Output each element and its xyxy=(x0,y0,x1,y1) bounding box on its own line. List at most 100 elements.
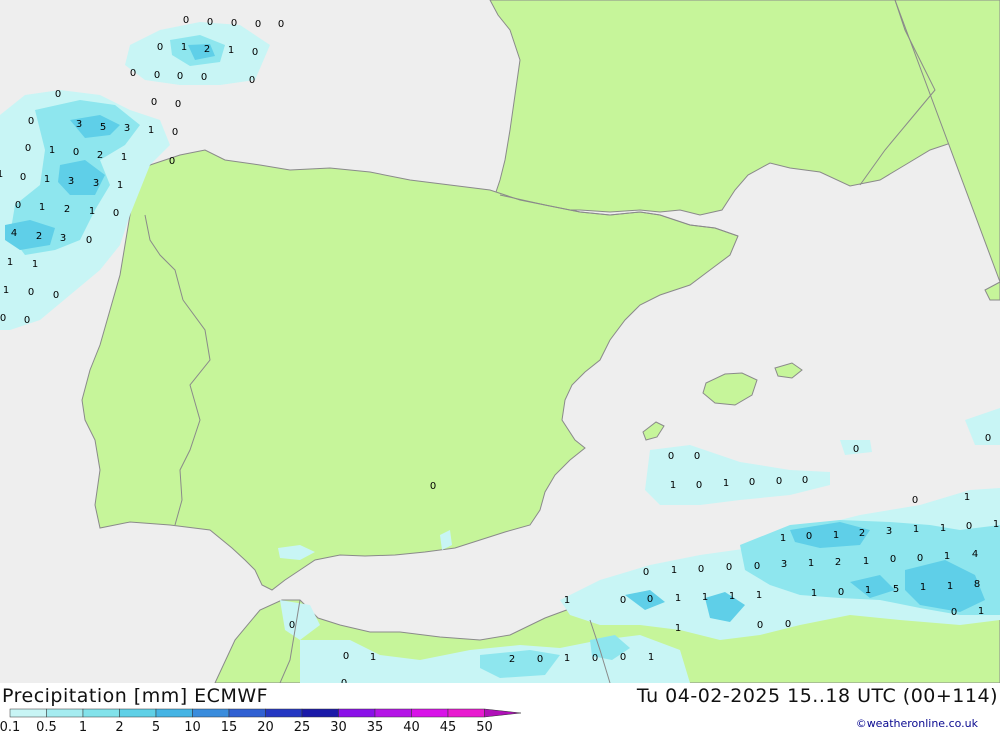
map-value: 5 xyxy=(100,122,106,133)
map-value: 1 xyxy=(675,593,681,604)
map-value: 3 xyxy=(76,119,82,130)
map-value: 0 xyxy=(177,71,183,82)
map-value: 0 xyxy=(172,127,178,138)
map-value: 1 xyxy=(44,174,50,185)
map-value: 1 xyxy=(863,556,869,567)
map-value: 0 xyxy=(698,564,704,575)
map-value: 2 xyxy=(97,150,103,161)
map-value: 2 xyxy=(204,44,210,55)
legend-swatch xyxy=(119,708,157,718)
map-value: 1 xyxy=(671,565,677,576)
map-value: 2 xyxy=(835,557,841,568)
legend-tick-label: 1 xyxy=(79,720,87,733)
map-value: 0 xyxy=(694,451,700,462)
map-value: 0 xyxy=(249,75,255,86)
map-value: 1 xyxy=(940,523,946,534)
map-value: 0 xyxy=(917,553,923,564)
map-value: 3 xyxy=(60,233,66,244)
map-title: Precipitation [mm] ECMWF xyxy=(2,685,269,707)
legend-tick-label: 35 xyxy=(367,720,384,733)
map-value: 0 xyxy=(853,444,859,455)
map-value: 0 xyxy=(776,476,782,487)
legend-tick-label: 20 xyxy=(257,720,274,733)
legend-swatch xyxy=(228,708,266,718)
map-value: 0 xyxy=(537,654,543,665)
map-value: 0 xyxy=(785,619,791,630)
map-value: 1 xyxy=(913,524,919,535)
credit-link[interactable]: ©weatheronline.co.uk xyxy=(856,717,978,730)
map-value: 1 xyxy=(7,257,13,268)
map-value: 0 xyxy=(15,200,21,211)
map-value: 0 xyxy=(73,147,79,158)
precipitation-map: 0 0 0 0 0 0 1 2 1 0 0 0 0 0 0 0 0 0 3 5 … xyxy=(0,0,1000,683)
legend-swatch xyxy=(265,708,303,718)
map-value: 0 xyxy=(130,68,136,79)
map-value: 0 xyxy=(696,480,702,491)
map-value: 0 xyxy=(289,620,295,631)
map-value: 1 xyxy=(0,169,3,180)
map-value: 0 xyxy=(86,235,92,246)
precipitation-legend: 0.1 0.5 1 2 5 10 15 20 25 30 35 40 45 50 xyxy=(0,708,522,733)
map-value: 0 xyxy=(620,652,626,663)
map-value: 5 xyxy=(893,584,899,595)
map-value: 0 xyxy=(643,567,649,578)
map-value: 2 xyxy=(36,231,42,242)
map-value: 0 xyxy=(207,17,213,28)
map-value: 1 xyxy=(648,652,654,663)
legend-tick-label: 10 xyxy=(184,720,201,733)
map-value: 1 xyxy=(964,492,970,503)
map-value: 1 xyxy=(947,581,953,592)
map-value: 0 xyxy=(201,72,207,83)
legend-tick-label: 45 xyxy=(440,720,457,733)
map-value: 1 xyxy=(564,595,570,606)
legend-tick-label: 30 xyxy=(330,720,347,733)
map-value: 8 xyxy=(974,579,980,590)
map-value: 1 xyxy=(811,588,817,599)
map-value: 0 xyxy=(157,42,163,53)
map-value: 0 xyxy=(430,481,436,492)
map-value: 1 xyxy=(564,653,570,664)
map-value: 0 xyxy=(343,651,349,662)
map-value: 0 xyxy=(255,19,261,30)
map-value: 0 xyxy=(0,313,6,324)
legend-swatch xyxy=(82,708,120,718)
map-value: 2 xyxy=(64,204,70,215)
map-value: 4 xyxy=(11,228,17,239)
map-value: 0 xyxy=(28,116,34,127)
map-value: 0 xyxy=(647,594,653,605)
map-value: 0 xyxy=(890,554,896,565)
map-value: 2 xyxy=(509,654,515,665)
map-value: 1 xyxy=(780,533,786,544)
map-value: 0 xyxy=(24,315,30,326)
legend-swatch xyxy=(9,708,47,718)
map-value: 0 xyxy=(951,607,957,618)
map-value: 1 xyxy=(920,582,926,593)
legend-swatch xyxy=(374,708,412,718)
map-value: 1 xyxy=(808,558,814,569)
map-value: 0 xyxy=(113,208,119,219)
map-value: 0 xyxy=(151,97,157,108)
map-value: 1 xyxy=(865,585,871,596)
map-value: 0 xyxy=(592,653,598,664)
map-value: 1 xyxy=(723,478,729,489)
map-value: 0 xyxy=(231,18,237,29)
map-value: 1 xyxy=(993,519,999,530)
map-value: 0 xyxy=(278,19,284,30)
legend-swatch xyxy=(155,708,193,718)
map-value: 0 xyxy=(252,47,258,58)
legend-tick-label: 40 xyxy=(403,720,420,733)
map-value: 1 xyxy=(978,606,984,617)
map-value: 1 xyxy=(148,125,154,136)
map-value: 0 xyxy=(749,477,755,488)
map-value: 3 xyxy=(781,559,787,570)
map-value: 0 xyxy=(668,451,674,462)
map-value: 3 xyxy=(886,526,892,537)
legend-tick-label: 0.1 xyxy=(0,720,20,733)
map-value: 1 xyxy=(756,590,762,601)
legend-swatch xyxy=(46,708,84,718)
map-value: 1 xyxy=(39,202,45,213)
map-value: 2 xyxy=(859,528,865,539)
legend-swatch xyxy=(301,708,339,718)
map-value: 1 xyxy=(370,652,376,663)
map-value: 0 xyxy=(726,562,732,573)
